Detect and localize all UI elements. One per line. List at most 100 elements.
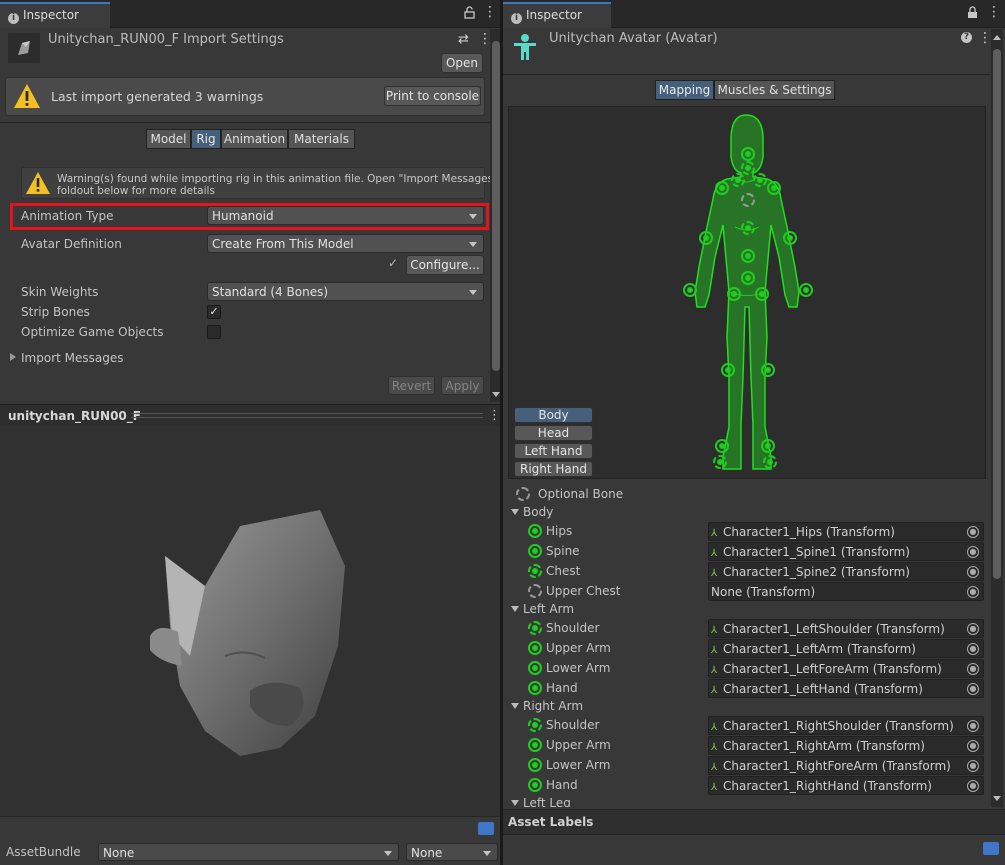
- scroll-down-icon[interactable]: [993, 796, 1001, 801]
- lock-icon[interactable]: [967, 6, 978, 22]
- bone-transform-field[interactable]: ⅄ Character1_LeftShoulder (Transform) ●: [708, 619, 984, 638]
- tab-materials[interactable]: Materials: [288, 129, 355, 149]
- bone-left-shoulder-dot[interactable]: [731, 173, 745, 187]
- asset-bundle-variant-dropdown[interactable]: None: [406, 843, 498, 861]
- skin-weights-dropdown[interactable]: Standard (4 Bones): [207, 282, 484, 301]
- bone-transform-field[interactable]: ⅄ Character1_Spine1 (Transform) ●: [708, 542, 984, 561]
- bone-transform-field[interactable]: ⅄ Character1_RightShoulder (Transform) ●: [708, 716, 984, 735]
- object-picker-icon[interactable]: ●: [967, 780, 979, 792]
- tab-model[interactable]: Model: [146, 129, 191, 149]
- bone-right-shoulder-dot[interactable]: [753, 173, 767, 187]
- bone-transform-field[interactable]: None (Transform) ●: [708, 582, 984, 601]
- left-scrollbar-thumb[interactable]: [492, 41, 500, 371]
- object-picker-icon[interactable]: ●: [967, 740, 979, 752]
- object-picker-icon[interactable]: ●: [967, 546, 979, 558]
- tag-icon[interactable]: [478, 822, 494, 835]
- open-button[interactable]: Open: [441, 53, 483, 73]
- menu-dots-icon[interactable]: ⋮: [987, 5, 1001, 19]
- scroll-up-icon[interactable]: [993, 35, 1001, 40]
- transform-icon: ⅄: [711, 762, 718, 773]
- apply-button[interactable]: Apply: [441, 376, 484, 395]
- bone-transform-field[interactable]: ⅄ Character1_LeftForeArm (Transform) ●: [708, 659, 984, 678]
- menu-dots-icon[interactable]: ⋮: [483, 5, 497, 19]
- right-scrollbar[interactable]: [991, 29, 1003, 807]
- object-picker-icon[interactable]: ●: [967, 663, 979, 675]
- object-picker-icon[interactable]: ●: [967, 683, 979, 695]
- bone-right-lower-arm-dot[interactable]: [783, 231, 797, 245]
- bone-group-header-next[interactable]: Left Leg: [511, 796, 571, 807]
- tab-rig[interactable]: Rig: [191, 129, 221, 149]
- bone-left-toes-dot[interactable]: [713, 455, 727, 469]
- bone-spine-dot[interactable]: [741, 249, 755, 263]
- avatar-body-view[interactable]: Body Head Left Hand Right Hand: [508, 106, 986, 479]
- object-picker-icon[interactable]: ●: [967, 623, 979, 635]
- preview-drag-handle[interactable]: [131, 413, 483, 418]
- object-picker-icon[interactable]: ●: [967, 720, 979, 732]
- tab-muscles-settings[interactable]: Muscles & Settings: [714, 80, 835, 100]
- object-picker-icon[interactable]: ●: [967, 586, 979, 598]
- bone-hips-dot[interactable]: [741, 271, 755, 285]
- preview-menu-icon[interactable]: ⋮: [488, 408, 500, 423]
- inspector-tab-right[interactable]: i Inspector: [503, 2, 611, 28]
- right-scrollbar-thumb[interactable]: [993, 49, 1001, 579]
- bone-right-upper-arm-dot[interactable]: [767, 181, 781, 195]
- help-icon[interactable]: ?: [961, 32, 972, 43]
- strip-bones-checkbox[interactable]: ✓: [207, 305, 221, 319]
- print-to-console-button[interactable]: Print to console: [384, 86, 481, 106]
- object-picker-icon[interactable]: ●: [967, 760, 979, 772]
- bone-transform-field[interactable]: ⅄ Character1_RightForeArm (Transform) ●: [708, 756, 984, 775]
- optimize-game-objects-checkbox[interactable]: [207, 325, 221, 339]
- bone-chest-dot[interactable]: [741, 221, 755, 235]
- bone-transform-field[interactable]: ⅄ Character1_LeftHand (Transform) ●: [708, 679, 984, 698]
- left-scrollbar[interactable]: [490, 29, 500, 402]
- bone-transform-field[interactable]: ⅄ Character1_Spine2 (Transform) ●: [708, 562, 984, 581]
- bone-neck-dot[interactable]: [741, 161, 755, 175]
- bone-right-upper-leg-dot[interactable]: [755, 287, 769, 301]
- import-messages-foldout[interactable]: Import Messages: [21, 351, 124, 365]
- revert-button[interactable]: Revert: [388, 376, 435, 395]
- bone-left-upper-arm-dot[interactable]: [715, 181, 729, 195]
- bone-left-lower-arm-dot[interactable]: [699, 231, 713, 245]
- preview-viewport[interactable]: [0, 426, 500, 816]
- asset-bundle-dropdown[interactable]: None: [98, 843, 399, 861]
- tag-icon[interactable]: [983, 842, 999, 855]
- foldout-arrow-icon[interactable]: [10, 353, 16, 361]
- settings-sliders-icon[interactable]: ⇄: [458, 32, 469, 47]
- body-part-right-hand-button[interactable]: Right Hand: [514, 461, 593, 477]
- tab-mapping[interactable]: Mapping: [655, 80, 714, 100]
- object-picker-icon[interactable]: ●: [967, 526, 979, 538]
- body-part-left-hand-button[interactable]: Left Hand: [514, 443, 593, 459]
- bone-left-upper-leg-dot[interactable]: [727, 287, 741, 301]
- avatar-definition-dropdown[interactable]: Create From This Model: [207, 234, 484, 253]
- bone-right-hand-dot[interactable]: [799, 283, 813, 297]
- bone-transform-field[interactable]: ⅄ Character1_LeftArm (Transform) ●: [708, 639, 984, 658]
- bone-right-foot-dot[interactable]: [761, 439, 775, 453]
- lock-icon[interactable]: [464, 6, 475, 22]
- bone-left-foot-dot[interactable]: [715, 439, 729, 453]
- bone-transform-field[interactable]: ⅄ Character1_Hips (Transform) ●: [708, 522, 984, 541]
- bone-right-lower-leg-dot[interactable]: [761, 363, 775, 377]
- tab-animation[interactable]: Animation: [221, 129, 288, 149]
- animation-type-dropdown[interactable]: Humanoid: [207, 206, 484, 225]
- body-part-body-button[interactable]: Body: [514, 407, 593, 423]
- bone-group-header[interactable]: Left Arm: [511, 602, 574, 616]
- scroll-down-icon[interactable]: [492, 392, 500, 397]
- bone-group-header[interactable]: Body: [511, 505, 553, 519]
- bone-head-dot[interactable]: [741, 147, 755, 161]
- body-part-head-button[interactable]: Head: [514, 425, 593, 441]
- bone-left-hand-dot[interactable]: [683, 283, 697, 297]
- bone-transform-field[interactable]: ⅄ Character1_RightArm (Transform) ●: [708, 736, 984, 755]
- bone-upper-chest-dot[interactable]: [741, 193, 755, 207]
- bone-group-header[interactable]: Right Arm: [511, 699, 583, 713]
- header-menu-dots-icon[interactable]: ⋮: [978, 30, 992, 46]
- bone-right-toes-dot[interactable]: [763, 455, 777, 469]
- inspector-tab-left[interactable]: i Inspector: [0, 2, 110, 28]
- bone-left-lower-leg-dot[interactable]: [721, 363, 735, 377]
- bone-transform-field[interactable]: ⅄ Character1_RightHand (Transform) ●: [708, 776, 984, 795]
- bone-transform-value: Character1_LeftHand (Transform): [723, 682, 923, 696]
- bone-name-label: Hand: [546, 681, 578, 695]
- object-picker-icon[interactable]: ●: [967, 566, 979, 578]
- transform-icon: ⅄: [711, 742, 718, 753]
- configure-button[interactable]: Configure...: [406, 255, 484, 275]
- object-picker-icon[interactable]: ●: [967, 643, 979, 655]
